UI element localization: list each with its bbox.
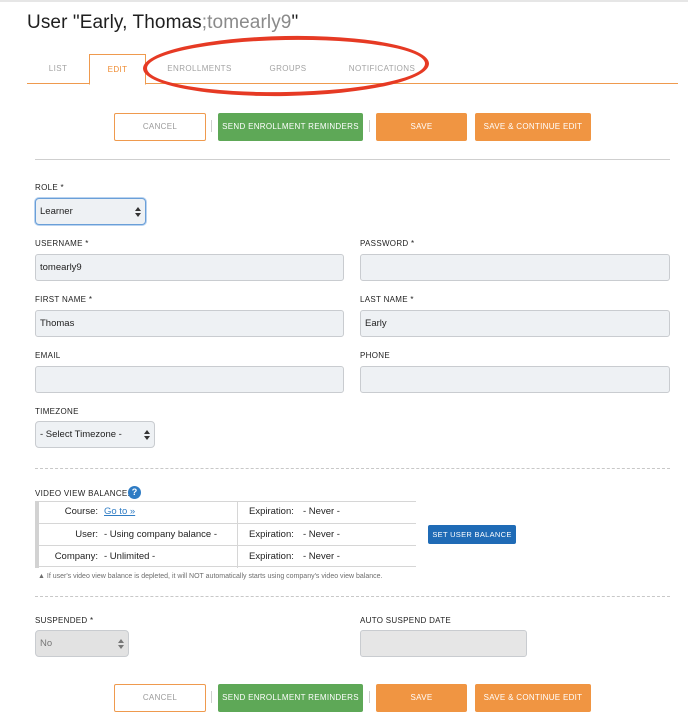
suspended-label: SUSPENDED * — [35, 616, 94, 625]
top-border — [0, 0, 688, 2]
balance-user-exp-value: - Never - — [303, 529, 340, 540]
save-continue-edit-button[interactable]: SAVE & CONTINUE EDIT — [475, 113, 591, 141]
balance-course-key: Course: — [64, 506, 98, 517]
first-name-label: FIRST NAME * — [35, 295, 93, 304]
select-arrows-icon — [118, 639, 124, 649]
divider — [35, 159, 670, 160]
dashed-divider — [35, 468, 670, 469]
save-button[interactable]: SAVE — [376, 684, 467, 712]
balance-user-exp-key: Expiration: — [249, 529, 294, 540]
page-title-suffix: " — [291, 12, 299, 33]
last-name-field[interactable]: Early — [360, 310, 670, 337]
role-label: ROLE * — [35, 183, 64, 192]
select-arrows-icon — [144, 430, 150, 440]
tab-edit[interactable]: EDIT — [89, 54, 146, 85]
set-user-balance-button[interactable]: SET USER BALANCE — [428, 525, 516, 544]
email-field[interactable] — [35, 366, 344, 393]
top-toolbar: CANCEL SEND ENROLLMENT REMINDERS SAVE SA… — [0, 113, 688, 141]
timezone-label: TIMEZONE — [35, 407, 79, 416]
toolbar-separator — [211, 120, 212, 132]
select-arrows-icon — [135, 207, 141, 217]
username-field[interactable]: tomearly9 — [35, 254, 344, 281]
suspended-select-value: No — [40, 638, 53, 649]
toolbar-separator — [369, 120, 370, 132]
suspended-select[interactable]: No — [35, 630, 129, 657]
timezone-select-value: - Select Timezone - — [40, 429, 122, 440]
tab-list[interactable]: LIST — [27, 54, 89, 84]
balance-user-value: - Using company balance - — [104, 529, 217, 540]
send-enrollment-reminders-button[interactable]: SEND ENROLLMENT REMINDERS — [218, 684, 363, 712]
page-title-name: User "Early, Thomas — [27, 12, 202, 33]
balance-column-divider — [237, 501, 238, 568]
balance-company-key: Company: — [54, 551, 98, 562]
toolbar-separator — [369, 691, 370, 703]
save-continue-edit-button[interactable]: SAVE & CONTINUE EDIT — [475, 684, 591, 712]
first-name-field[interactable]: Thomas — [35, 310, 344, 337]
cancel-button[interactable]: CANCEL — [114, 113, 206, 141]
email-label: EMAIL — [35, 351, 61, 360]
password-field[interactable] — [360, 254, 670, 281]
red-annotation-ellipse — [142, 33, 430, 99]
balance-user-key: User: — [75, 529, 98, 540]
page-title-handle: ;tomearly9 — [201, 12, 292, 33]
balance-course-exp-key: Expiration: — [249, 506, 294, 517]
auto-suspend-date-label: AUTO SUSPEND DATE — [360, 616, 452, 625]
balance-company-exp-key: Expiration: — [249, 551, 294, 562]
save-button[interactable]: SAVE — [376, 113, 467, 141]
bottom-toolbar: CANCEL SEND ENROLLMENT REMINDERS SAVE SA… — [0, 684, 688, 712]
help-icon[interactable]: ? — [128, 486, 141, 499]
send-enrollment-reminders-button[interactable]: SEND ENROLLMENT REMINDERS — [218, 113, 363, 141]
video-view-balance-label: VIDEO VIEW BALANCE: — [35, 489, 131, 498]
balance-company-value: - Unlimited - — [104, 551, 156, 562]
phone-field[interactable] — [360, 366, 670, 393]
timezone-select[interactable]: - Select Timezone - — [35, 421, 155, 448]
last-name-label: LAST NAME * — [360, 295, 414, 304]
balance-course-exp-value: - Never - — [303, 506, 340, 517]
password-label: PASSWORD * — [360, 239, 415, 248]
balance-company-exp-value: - Never - — [303, 551, 340, 562]
page-title: User "Early, Thomas;tomearly9" — [27, 12, 298, 34]
cancel-button[interactable]: CANCEL — [114, 684, 206, 712]
username-label: USERNAME * — [35, 239, 89, 248]
role-select[interactable]: Learner — [35, 198, 146, 225]
toolbar-separator — [211, 691, 212, 703]
auto-suspend-date-field[interactable] — [360, 630, 527, 657]
dashed-divider — [35, 596, 670, 597]
phone-label: PHONE — [360, 351, 390, 360]
course-go-to-link[interactable]: Go to » — [104, 506, 135, 517]
role-select-value: Learner — [40, 206, 73, 217]
balance-note: ▲ If user's video view balance is deplet… — [38, 573, 383, 580]
